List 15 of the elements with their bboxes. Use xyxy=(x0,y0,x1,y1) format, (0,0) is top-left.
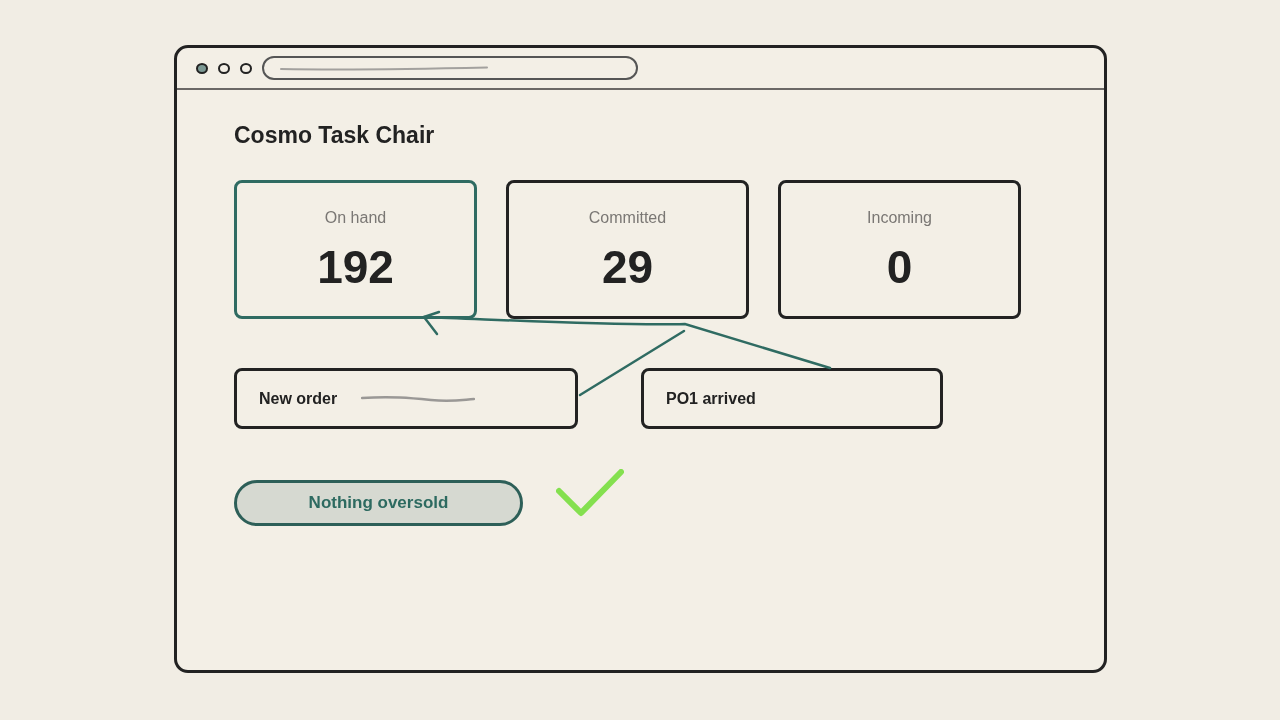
filled-dot-icon[interactable] xyxy=(196,62,208,74)
status-label: Nothing oversold xyxy=(308,492,449,515)
ring-icon[interactable] xyxy=(240,62,252,74)
address-bar[interactable] xyxy=(262,56,638,80)
placeholder-line-icon xyxy=(280,65,488,71)
metric-label: Committed xyxy=(588,208,667,228)
metric-value: 192 xyxy=(317,243,394,291)
ring-icon[interactable] xyxy=(218,62,230,74)
page-title: Cosmo Task Chair xyxy=(234,121,436,150)
metric-value: 0 xyxy=(886,243,913,291)
event-label: New order xyxy=(259,388,338,409)
metric-label: On hand xyxy=(324,208,387,228)
metric-value: 29 xyxy=(601,243,654,291)
event-label: PO1 arrived xyxy=(666,388,756,409)
metric-label: Incoming xyxy=(867,208,932,228)
